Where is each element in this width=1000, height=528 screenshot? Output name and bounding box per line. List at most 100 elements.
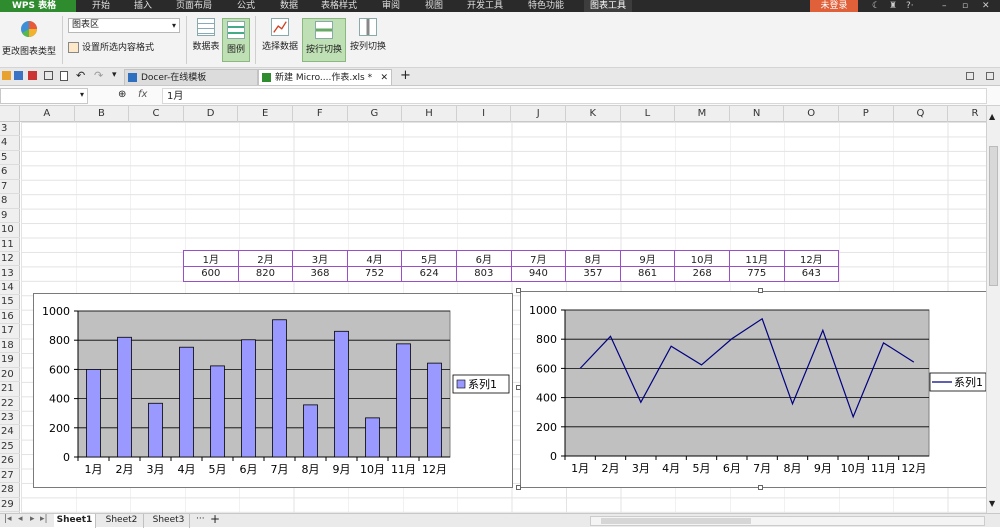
h-scroll-thumb[interactable] (601, 518, 751, 524)
close-tab-icon[interactable]: ✕ (380, 70, 388, 86)
table-cell-value[interactable]: 268 (675, 267, 730, 282)
table-cell-value[interactable]: 861 (620, 267, 675, 282)
skin-icon[interactable]: ☾ (872, 0, 880, 12)
quick-access-dropdown-icon[interactable]: ▾ (112, 70, 117, 80)
row-header-27[interactable]: 27 (0, 469, 20, 483)
tab-workbook[interactable]: 新建 Micro....作表.xls * ✕ (258, 69, 392, 85)
more-sheets-icon[interactable]: ··· (196, 514, 205, 524)
minimize-icon[interactable]: – (942, 0, 947, 12)
first-sheet-icon[interactable]: |◂ (4, 514, 12, 524)
row-header-8[interactable]: 8 (0, 194, 20, 208)
table-cell-month[interactable]: 1月 (184, 251, 239, 267)
menu-item-table-style[interactable]: 表格样式 (321, 0, 357, 12)
prev-sheet-icon[interactable]: ◂ (18, 514, 23, 524)
chart-element-select[interactable]: 图表区 ▾ (68, 18, 180, 33)
column-header-n[interactable]: N (730, 106, 785, 122)
sheet-tab-sheet3[interactable]: Sheet3 (148, 514, 190, 528)
row-header-7[interactable]: 7 (0, 180, 20, 194)
select-all-corner[interactable] (0, 106, 20, 122)
resize-handle[interactable] (516, 385, 521, 390)
column-header-b[interactable]: B (75, 106, 130, 122)
format-selection-button[interactable]: 设置所选内容格式 (68, 42, 154, 54)
menu-item-dev-tools[interactable]: 开发工具 (467, 0, 503, 12)
column-header-g[interactable]: G (348, 106, 403, 122)
horizontal-scrollbar[interactable] (590, 516, 985, 526)
row-header-15[interactable]: 15 (0, 295, 20, 309)
print-icon[interactable] (44, 71, 53, 80)
table-cell-value[interactable]: 357 (566, 267, 621, 282)
table-cell-month[interactable]: 7月 (511, 251, 566, 267)
table-cell-month[interactable]: 5月 (402, 251, 457, 267)
column-header-d[interactable]: D (184, 106, 239, 122)
row-header-10[interactable]: 10 (0, 223, 20, 237)
row-header-26[interactable]: 26 (0, 454, 20, 468)
row-header-22[interactable]: 22 (0, 397, 20, 411)
close-icon[interactable]: ✕ (982, 0, 990, 12)
menu-item-insert[interactable]: 插入 (134, 0, 152, 12)
restore-icon[interactable] (986, 72, 994, 80)
row-header-4[interactable]: 4 (0, 136, 20, 150)
row-header-21[interactable]: 21 (0, 382, 20, 396)
table-cell-month[interactable]: 9月 (620, 251, 675, 267)
row-header-18[interactable]: 18 (0, 339, 20, 353)
app-menu-button[interactable]: WPS 表格 (0, 0, 76, 12)
row-header-20[interactable]: 20 (0, 368, 20, 382)
resize-handle[interactable] (516, 288, 521, 293)
row-header-9[interactable]: 9 (0, 209, 20, 223)
row-header-16[interactable]: 16 (0, 310, 20, 324)
row-header-19[interactable]: 19 (0, 353, 20, 367)
row-header-3[interactable]: 3 (0, 122, 20, 136)
pdf-export-icon[interactable] (28, 71, 37, 80)
data-table-button[interactable]: 数据表 (190, 18, 222, 52)
row-header-25[interactable]: 25 (0, 440, 20, 454)
vertical-scrollbar[interactable]: ▲ ▼ (986, 106, 1000, 514)
fx-label[interactable]: fx (138, 89, 147, 100)
save-icon[interactable] (14, 71, 23, 80)
sheet-tab-sheet1[interactable]: Sheet1 (54, 514, 96, 528)
row-header-17[interactable]: 17 (0, 324, 20, 338)
print-preview-icon[interactable] (60, 71, 68, 81)
table-cell-value[interactable]: 940 (511, 267, 566, 282)
column-header-o[interactable]: O (784, 106, 839, 122)
resize-handle[interactable] (758, 288, 763, 293)
row-header-12[interactable]: 12 (0, 252, 20, 266)
table-cell-value[interactable]: 820 (238, 267, 293, 282)
shirt-icon[interactable]: ♜ (889, 0, 897, 12)
next-sheet-icon[interactable]: ▸ (30, 514, 35, 524)
scroll-thumb[interactable] (989, 146, 998, 286)
maximize-icon[interactable]: ▫ (962, 0, 968, 12)
menu-item-start[interactable]: 开始 (92, 0, 110, 12)
tab-list-icon[interactable] (966, 72, 974, 80)
column-header-k[interactable]: K (566, 106, 621, 122)
row-header-5[interactable]: 5 (0, 151, 20, 165)
tab-docer[interactable]: Docer-在线模板 (124, 69, 258, 85)
row-header-23[interactable]: 23 (0, 411, 20, 425)
table-cell-value[interactable]: 600 (184, 267, 239, 282)
column-header-e[interactable]: E (238, 106, 293, 122)
undo-icon[interactable]: ↶ (76, 69, 85, 82)
open-folder-icon[interactable] (2, 71, 11, 80)
resize-handle[interactable] (758, 485, 763, 490)
row-header-28[interactable]: 28 (0, 483, 20, 497)
table-cell-month[interactable]: 4月 (347, 251, 402, 267)
row-header-11[interactable]: 11 (0, 238, 20, 252)
formula-input[interactable]: 1月 (162, 88, 987, 104)
name-box[interactable]: ▾ (0, 88, 88, 104)
menu-item-review[interactable]: 审阅 (382, 0, 400, 12)
add-sheet-icon[interactable]: + (210, 512, 220, 526)
help-icon[interactable]: ?· (906, 0, 914, 12)
table-cell-value[interactable]: 803 (456, 267, 511, 282)
menu-item-special[interactable]: 特色功能 (528, 0, 564, 12)
scroll-up-icon[interactable]: ▲ (989, 112, 995, 121)
menu-item-data[interactable]: 数据 (280, 0, 298, 12)
menu-item-view[interactable]: 视图 (425, 0, 443, 12)
table-cell-month[interactable]: 10月 (675, 251, 730, 267)
row-header-6[interactable]: 6 (0, 165, 20, 179)
zoom-search-icon[interactable]: ⊕ (118, 89, 126, 100)
table-cell-value[interactable]: 643 (784, 267, 839, 282)
bar-chart[interactable]: 020040060080010001月2月3月4月5月6月7月8月9月10月11… (33, 293, 513, 488)
table-cell-value[interactable]: 775 (729, 267, 784, 282)
sheet-tab-sheet2[interactable]: Sheet2 (100, 514, 144, 528)
column-header-c[interactable]: C (129, 106, 184, 122)
new-tab-icon[interactable]: + (400, 68, 411, 84)
